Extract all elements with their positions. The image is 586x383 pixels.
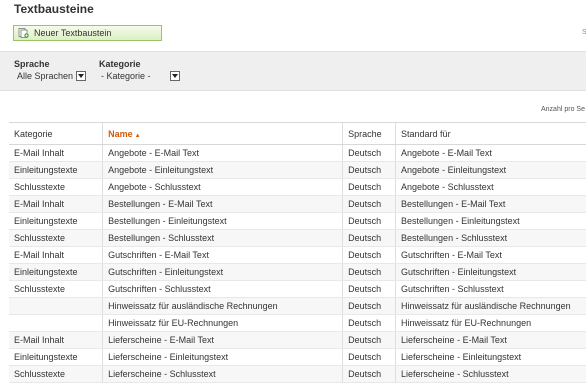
cell-category: E-Mail Inhalt [9,246,103,264]
add-document-icon [18,28,29,38]
cell-language: Deutsch [342,161,396,179]
cell-language: Deutsch [342,178,396,196]
cell-language: Deutsch [342,144,396,162]
sort-ascending-icon: ▲ [134,132,141,139]
column-header-category[interactable]: Kategorie [9,122,103,145]
cell-language: Deutsch [342,212,396,230]
cell-category: Einleitungstexte [9,348,103,366]
cell-category [9,314,103,332]
table-row[interactable]: Schlusstexte Gutschriften - Schlusstext De… [9,280,586,298]
cell-category: Einleitungstexte [9,212,103,230]
table-row[interactable]: Schlusstexte Bestellungen - Schlusstext De… [9,229,586,247]
chevron-down-icon[interactable] [76,71,87,81]
chevron-down-icon[interactable] [170,71,180,81]
cell-language: Deutsch [342,229,396,247]
table-row[interactable]: E-Mail Inhalt Angebote - E-Mail Text Deuts… [9,144,586,162]
cell-language: Deutsch [342,280,396,298]
table-row[interactable]: Einleitungstexte Bestellungen - Einleitun… [9,212,586,230]
cell-language: Deutsch [342,263,396,281]
cell-default-for: Lieferscheine - E-Mail Text [395,331,586,349]
new-text-block-button[interactable]: Neuer Textbaustein [13,25,162,41]
cell-language: Deutsch [342,314,396,332]
cell-default-for: Gutschriften - E-Mail Text [395,246,586,264]
page-title: Textbausteine [14,2,94,16]
cell-name[interactable]: Bestellungen - Einleitungstext [102,212,343,230]
column-header-language[interactable]: Sprache [342,122,396,145]
cell-category: Schlusstexte [9,280,103,298]
cell-name[interactable]: Gutschriften - E-Mail Text [102,246,343,264]
cell-name[interactable]: Gutschriften - Einleitungstext [102,263,343,281]
language-filter-label: Sprache [14,59,50,69]
category-select-value: - Kategorie - [101,71,151,81]
cell-category: E-Mail Inhalt [9,195,103,213]
items-per-page-label: Anzahl pro Se [541,106,585,113]
cell-category: Schlusstexte [9,178,103,196]
cell-category [9,297,103,315]
new-text-block-label: Neuer Textbaustein [34,28,112,38]
cell-name[interactable]: Bestellungen - E-Mail Text [102,195,343,213]
table-row[interactable]: E-Mail Inhalt Lieferscheine - E-Mail Text… [9,331,586,349]
cell-default-for: Bestellungen - Einleitungstext [395,212,586,230]
cell-default-for: Lieferscheine - Einleitungstext [395,348,586,366]
table-row[interactable]: Hinweissatz für EU-Rechnungen Deutsch Hinw… [9,314,586,332]
cell-name[interactable]: Lieferscheine - E-Mail Text [102,331,343,349]
cell-language: Deutsch [342,297,396,315]
cell-language: Deutsch [342,195,396,213]
cell-default-for: Angebote - Schlusstext [395,178,586,196]
category-filter-label: Kategorie [99,59,141,69]
table-row[interactable]: Schlusstexte Angebote - Schlusstext Deutsc… [9,178,586,196]
cell-name[interactable]: Lieferscheine - Einleitungstext [102,348,343,366]
cell-name[interactable]: Hinweissatz für ausländische Rechnungen [102,297,343,315]
cell-default-for: Gutschriften - Schlusstext [395,280,586,298]
table-row[interactable]: Hinweissatz für ausländische Rechnungen D… [9,297,586,315]
table-row[interactable]: E-Mail Inhalt Bestellungen - E-Mail Text D… [9,195,586,213]
cell-category: E-Mail Inhalt [9,144,103,162]
cell-category: Einleitungstexte [9,263,103,281]
text-blocks-table: Kategorie Name ▲ Sprache Standard für E-M… [9,122,586,383]
category-select[interactable]: - Kategorie - [101,70,180,82]
toolbar-edge-glyph: S [582,29,586,36]
cell-default-for: Angebote - E-Mail Text [395,144,586,162]
cell-name[interactable]: Angebote - E-Mail Text [102,144,343,162]
cell-default-for: Hinweissatz für ausländische Rechnungen [395,297,586,315]
table-row[interactable]: Einleitungstexte Lieferscheine - Einleitu… [9,348,586,366]
table-row[interactable]: Einleitungstexte Gutschriften - Einleitun… [9,263,586,281]
cell-language: Deutsch [342,246,396,264]
column-header-name-label: Name [108,128,133,139]
cell-default-for: Gutschriften - Einleitungstext [395,263,586,281]
cell-default-for: Hinweissatz für EU-Rechnungen [395,314,586,332]
table-header-row: Kategorie Name ▲ Sprache Standard für [9,122,586,145]
cell-default-for: Bestellungen - E-Mail Text [395,195,586,213]
cell-language: Deutsch [342,331,396,349]
column-header-name[interactable]: Name ▲ [102,122,343,145]
cell-category: E-Mail Inhalt [9,331,103,349]
cell-default-for: Bestellungen - Schlusstext [395,229,586,247]
column-header-default-for[interactable]: Standard für [395,122,586,145]
language-select-value: Alle Sprachen [17,71,74,81]
language-select[interactable]: Alle Sprachen [17,70,87,82]
cell-name[interactable]: Bestellungen - Schlusstext [102,229,343,247]
cell-name[interactable]: Hinweissatz für EU-Rechnungen [102,314,343,332]
cell-name[interactable]: Angebote - Schlusstext [102,178,343,196]
table-row[interactable]: E-Mail Inhalt Gutschriften - E-Mail Text D… [9,246,586,264]
cell-name[interactable]: Gutschriften - Schlusstext [102,280,343,298]
cell-language: Deutsch [342,348,396,366]
table-row[interactable]: Einleitungstexte Angebote - Einleitungste… [9,161,586,179]
cell-name[interactable]: Angebote - Einleitungstext [102,161,343,179]
cell-category: Schlusstexte [9,229,103,247]
filter-panel: Sprache Alle Sprachen Kategorie - Katego… [0,51,586,91]
cell-default-for: Angebote - Einleitungstext [395,161,586,179]
cell-category: Einleitungstexte [9,161,103,179]
